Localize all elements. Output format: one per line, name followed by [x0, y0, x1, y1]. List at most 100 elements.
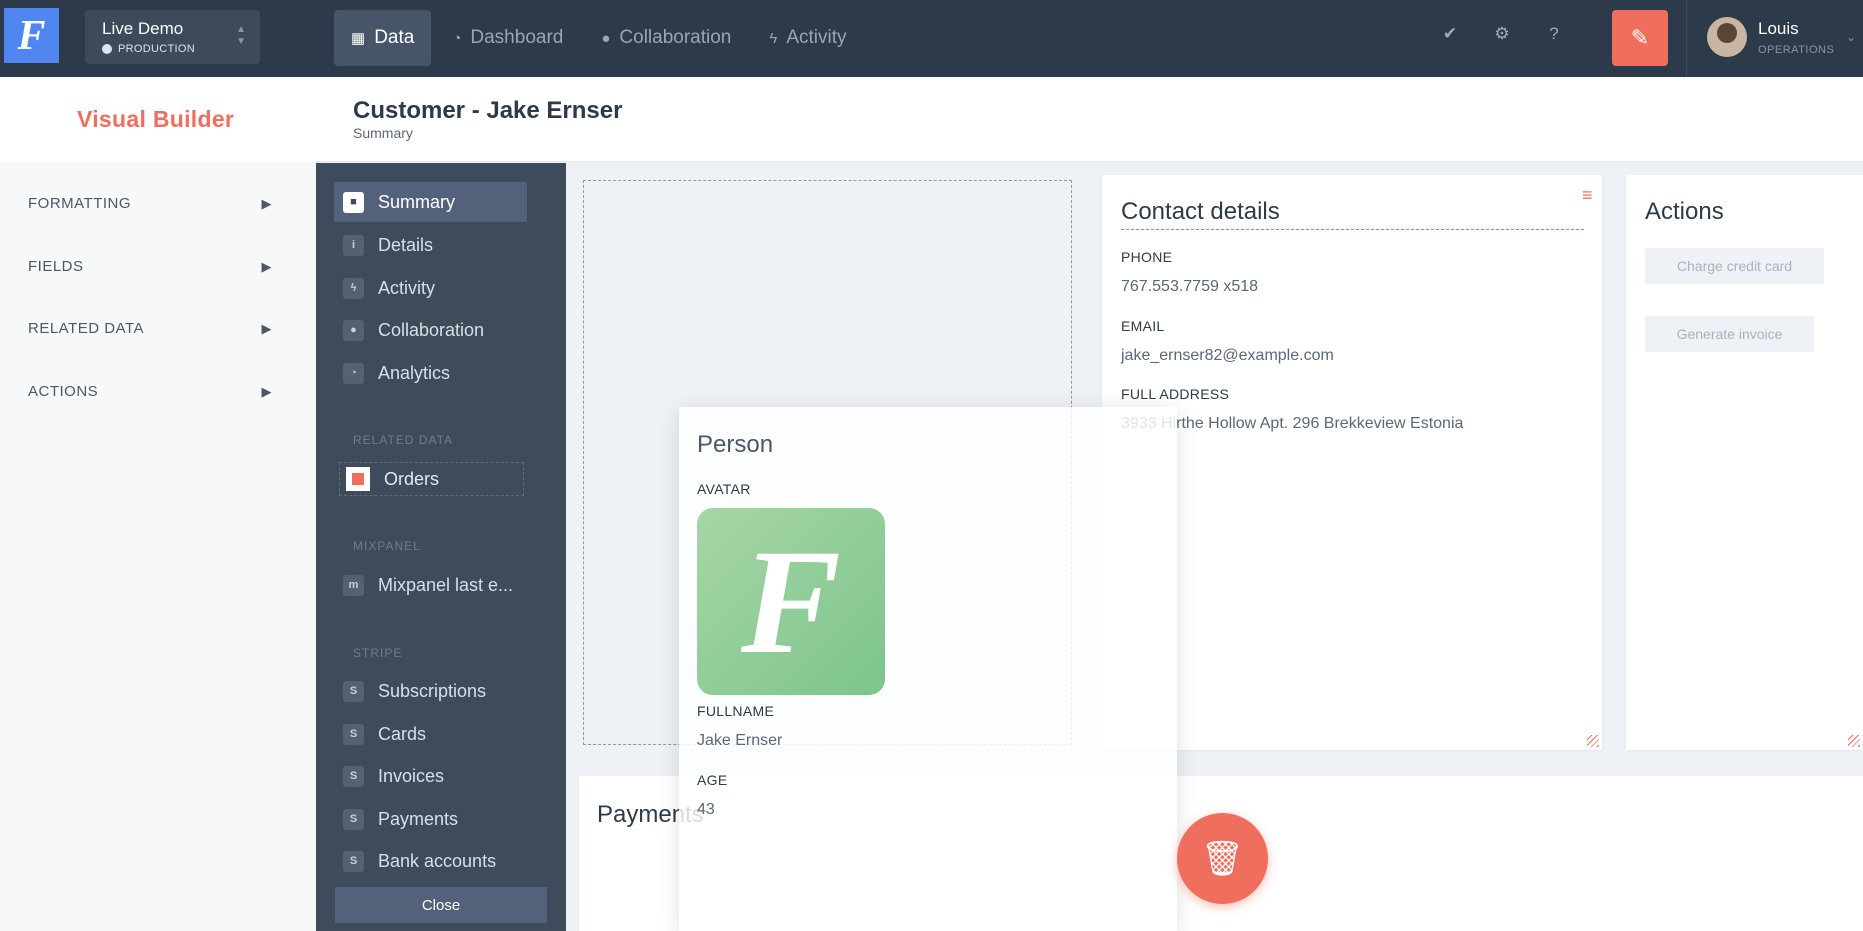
record-nav-subscriptions[interactable]: S Subscriptions	[334, 671, 527, 711]
logo-letter: F	[17, 12, 46, 59]
contact-details-title: Contact details	[1121, 198, 1280, 225]
record-nav-details[interactable]: i Details	[334, 225, 527, 265]
bolt-icon: ϟ	[769, 29, 778, 47]
builder-item-label: ACTIONS	[28, 383, 99, 400]
page-header: Customer - Jake Ernser Summary	[316, 77, 1863, 162]
user-name[interactable]: Louis	[1758, 19, 1799, 39]
builder-item-actions[interactable]: ACTIONS ▶	[28, 383, 272, 400]
visual-builder-toggle-button[interactable]: ✎	[1612, 10, 1668, 66]
resize-handle[interactable]	[1848, 735, 1860, 747]
record-nav-analytics[interactable]: ◔ Analytics	[334, 353, 527, 393]
nav-data-label: Data	[374, 27, 415, 48]
gear-icon[interactable]: ⚙	[1492, 24, 1512, 44]
nav-dashboard[interactable]: ◔ Dashboard	[435, 10, 580, 66]
avatar[interactable]	[1707, 17, 1747, 57]
record-nav-label: Activity	[378, 277, 436, 298]
record-nav-label: Summary	[378, 191, 456, 212]
record-nav-label: Details	[378, 234, 434, 255]
section-mixpanel: MIXPANEL	[353, 539, 421, 553]
user-role: OPERATIONS	[1758, 44, 1835, 56]
record-nav-mixpanel[interactable]: m Mixpanel last e...	[334, 565, 527, 605]
record-nav-activity[interactable]: ϟ Activity	[334, 268, 527, 308]
address-label: FULL ADDRESS	[1121, 386, 1230, 402]
record-nav-bank-accounts[interactable]: S Bank accounts	[334, 841, 527, 881]
info-icon: i	[343, 234, 364, 256]
record-nav-collaboration[interactable]: ● Collaboration	[334, 310, 527, 350]
person-card-dragging[interactable]: Person AVATAR F FULLNAME Jake Ernser AGE…	[679, 407, 1177, 931]
stripe-icon: S	[343, 765, 364, 787]
email-label: EMAIL	[1121, 318, 1165, 334]
record-nav-label: Mixpanel last e...	[378, 574, 514, 595]
builder-item-formatting[interactable]: FORMATTING ▶	[28, 195, 272, 212]
nav-activity-label: Activity	[786, 27, 847, 48]
phone-value: 767.553.7759 x518	[1121, 278, 1259, 295]
contact-details-card: Contact details ≡ PHONE 767.553.7759 x51…	[1102, 175, 1602, 750]
visual-builder-panel: Visual Builder FORMATTING ▶ FIELDS ▶ RELAT…	[0, 77, 316, 931]
close-button[interactable]: Close	[335, 887, 547, 923]
menu-icon[interactable]: ≡	[1582, 185, 1593, 206]
record-nav-label: Subscriptions	[378, 680, 487, 701]
brush-icon: ✎	[1630, 25, 1650, 50]
record-nav-label: Bank accounts	[378, 850, 497, 871]
age-label: AGE	[697, 772, 728, 788]
check-icon[interactable]: ✔	[1440, 24, 1460, 44]
caret-right-icon: ▶	[261, 259, 272, 274]
record-nav-label: Payments	[378, 808, 459, 829]
nav-collaboration[interactable]: ● Collaboration	[584, 10, 748, 66]
nav-activity[interactable]: ϟ Activity	[752, 10, 863, 66]
builder-item-fields[interactable]: FIELDS ▶	[28, 258, 272, 275]
orders-icon	[346, 467, 370, 491]
record-nav-summary[interactable]: ■ Summary	[334, 182, 527, 222]
record-nav-label: Cards	[378, 723, 427, 744]
comments-icon: ●	[601, 29, 611, 47]
record-nav-label: Orders	[384, 468, 440, 489]
person-title: Person	[697, 431, 774, 458]
trash-icon: 🗑	[1200, 839, 1245, 878]
page-subtitle: Summary	[353, 125, 413, 141]
nav-dashboard-label: Dashboard	[470, 27, 564, 48]
caret-right-icon: ▶	[261, 384, 272, 399]
stripe-icon: S	[343, 723, 364, 745]
builder-item-label: FORMATTING	[28, 195, 132, 212]
charge-credit-card-button[interactable]: Charge credit card	[1645, 248, 1824, 284]
dashboard-icon: ◔	[343, 362, 364, 384]
divider	[1121, 229, 1584, 230]
record-sidebar: ■ Summary i Details ϟ Activity ● Collaborati…	[316, 163, 566, 931]
builder-item-related-data[interactable]: RELATED DATA ▶	[28, 320, 272, 337]
main-nav: ▦ Data ◔ Dashboard ● Collaboration ϟ Activit…	[334, 10, 864, 66]
age-value: 43	[697, 801, 715, 818]
record-nav-cards[interactable]: S Cards	[334, 714, 527, 754]
globe-icon	[102, 44, 112, 54]
resize-handle[interactable]	[1587, 735, 1599, 747]
nav-data[interactable]: ▦ Data	[334, 10, 432, 66]
mixpanel-icon: m	[343, 574, 364, 596]
delete-drop-button[interactable]: 🗑	[1177, 813, 1268, 904]
avatar: F	[697, 508, 885, 695]
builder-item-label: FIELDS	[28, 258, 84, 275]
record-nav-label: Analytics	[378, 362, 451, 383]
stripe-icon: S	[343, 808, 364, 830]
chevron-down-icon[interactable]: ⌄	[1846, 30, 1856, 44]
chevron-up-down-icon: ▲ ▼	[236, 24, 246, 47]
app-logo[interactable]: F	[4, 8, 59, 63]
top-icons: ✔ ⚙ ?	[1440, 24, 1564, 44]
actions-card: Actions Charge credit card Generate invo…	[1626, 175, 1863, 750]
project-selector[interactable]: Live Demo PRODUCTION ▲ ▼	[85, 10, 260, 64]
stripe-icon: S	[343, 680, 364, 702]
record-nav-invoices[interactable]: S Invoices	[334, 756, 527, 796]
generate-invoice-button[interactable]: Generate invoice	[1645, 316, 1814, 352]
summary-icon: ■	[343, 191, 364, 213]
stripe-icon: S	[343, 850, 364, 872]
record-nav-payments[interactable]: S Payments	[334, 799, 527, 839]
record-nav-orders[interactable]: Orders	[339, 462, 524, 496]
help-icon[interactable]: ?	[1544, 24, 1564, 44]
bolt-icon: ϟ	[343, 277, 364, 299]
record-nav-label: Invoices	[378, 765, 445, 786]
comments-icon: ●	[343, 319, 364, 341]
builder-item-label: RELATED DATA	[28, 320, 145, 337]
avatar-label: AVATAR	[697, 481, 751, 497]
email-value: jake_ernser82@example.com	[1121, 347, 1334, 364]
environment-label: PRODUCTION	[118, 43, 195, 55]
top-bar: F Live Demo PRODUCTION ▲ ▼ ▦ Data ◔ Dashboa…	[0, 0, 1863, 77]
section-related-data: RELATED DATA	[353, 433, 454, 447]
